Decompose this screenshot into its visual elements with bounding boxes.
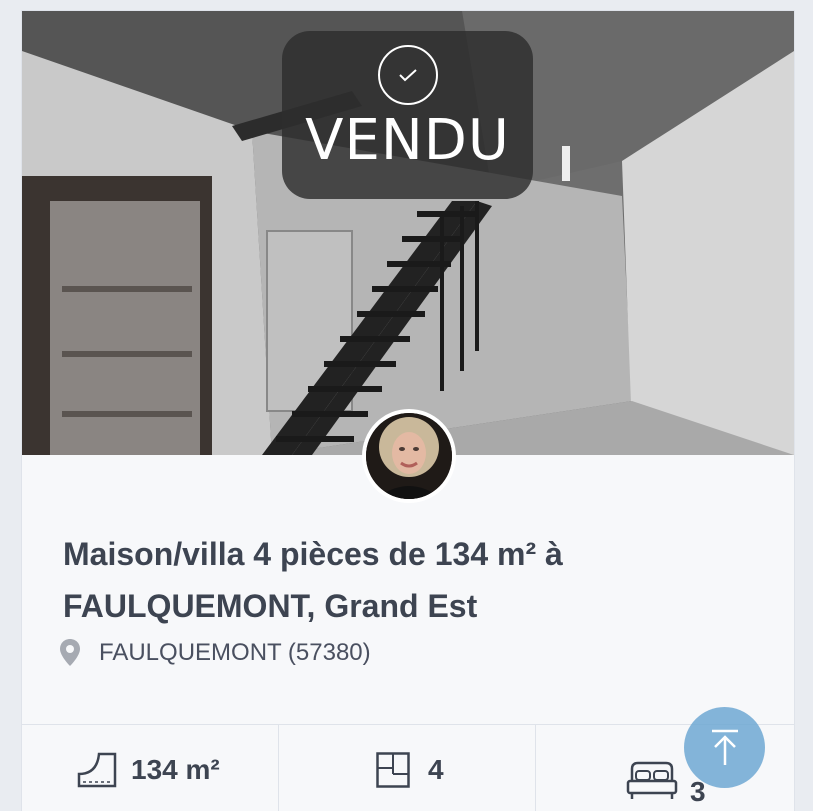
- listing-card[interactable]: VENDU Maison/villa 4 pièces de 134 m² à …: [21, 10, 795, 811]
- feature-surface: 134 m²: [77, 725, 220, 811]
- surface-value: 134 m²: [131, 754, 220, 785]
- listing-location: FAULQUEMONT (57380): [59, 639, 371, 667]
- sold-badge: VENDU: [282, 31, 533, 199]
- feature-separator: [535, 725, 536, 811]
- listing-photo[interactable]: VENDU: [22, 11, 794, 455]
- feature-separator: [278, 725, 279, 811]
- scroll-to-top-button[interactable]: [684, 707, 765, 788]
- check-icon: [377, 45, 438, 105]
- listing-title[interactable]: Maison/villa 4 pièces de 134 m² à FAULQU…: [63, 528, 763, 632]
- location-text: FAULQUEMONT (57380): [99, 639, 371, 666]
- feature-rooms: 4: [376, 725, 444, 811]
- arrow-up-icon: [711, 729, 738, 765]
- sold-label: VENDU: [305, 108, 510, 173]
- location-pin-icon: [59, 639, 81, 667]
- surface-icon: [77, 752, 117, 788]
- bed-icon: [626, 759, 678, 801]
- rooms-value: 4: [428, 754, 444, 785]
- rooms-icon: [376, 752, 410, 788]
- agent-avatar[interactable]: [362, 409, 456, 503]
